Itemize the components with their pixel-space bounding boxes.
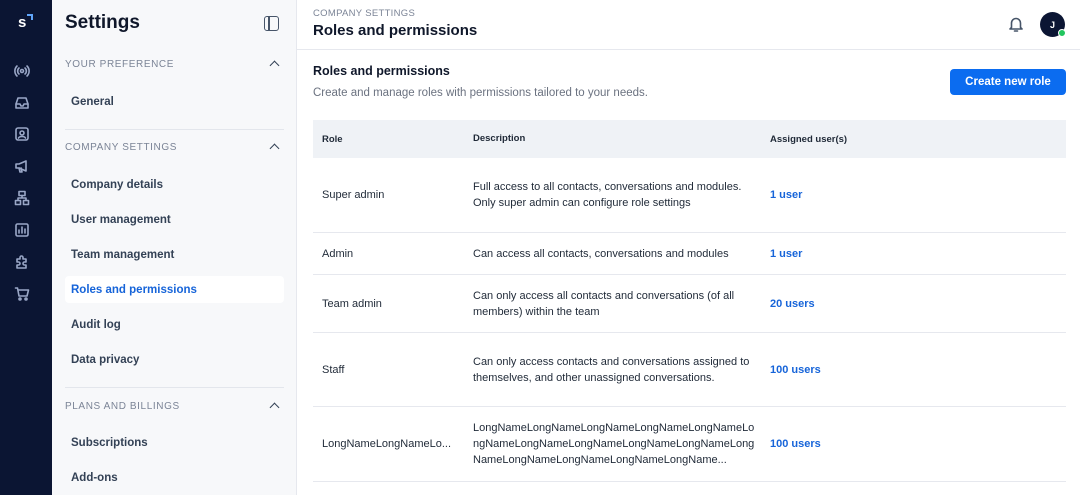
sidebar-item-audit-log[interactable]: Audit log bbox=[65, 311, 284, 338]
inbox-icon[interactable] bbox=[14, 95, 30, 111]
page-header: COMPANY SETTINGS Roles and permissions J bbox=[297, 0, 1080, 50]
role-name: Team admin bbox=[322, 297, 382, 310]
assigned-users-link[interactable]: 1 user bbox=[770, 248, 802, 260]
chevron-up-icon[interactable] bbox=[269, 143, 280, 154]
sidebar-item-roles-and-permissions[interactable]: Roles and permissions bbox=[65, 276, 284, 303]
contacts-icon[interactable] bbox=[14, 126, 30, 142]
avatar[interactable]: J bbox=[1040, 12, 1066, 37]
breadcrumb[interactable]: COMPANY SETTINGS bbox=[313, 8, 415, 19]
analytics-icon[interactable] bbox=[14, 222, 30, 238]
role-description: Can only access contacts and conversatio… bbox=[473, 355, 750, 384]
roles-table: Role Description Assigned user(s) Super … bbox=[313, 120, 1066, 482]
role-name: LongNameLongNameLo... bbox=[322, 438, 452, 450]
role-name: Super admin bbox=[322, 189, 385, 201]
sidebar-item-company-details[interactable]: Company details bbox=[65, 171, 284, 198]
bell-icon[interactable] bbox=[1007, 15, 1025, 33]
table-row[interactable]: Admin Can access all contacts, conversat… bbox=[313, 233, 1066, 275]
role-description: Full access to all contacts, conversatio… bbox=[473, 181, 742, 209]
role-name: Staff bbox=[322, 363, 345, 376]
assigned-users-link[interactable]: 100 users bbox=[770, 364, 821, 376]
role-description: LongNameLongNameLongNameLongNameLongName… bbox=[473, 422, 755, 466]
chevron-up-icon[interactable] bbox=[269, 402, 280, 413]
assigned-users-link[interactable]: 1 user bbox=[770, 189, 802, 201]
section-description: Create and manage roles with permissions… bbox=[313, 87, 648, 99]
sidebar-item-general[interactable]: General bbox=[65, 88, 284, 115]
logo-accent-icon bbox=[27, 14, 33, 20]
broadcast-icon[interactable] bbox=[14, 63, 30, 79]
column-header-description: Description bbox=[473, 133, 526, 144]
workflow-icon[interactable] bbox=[14, 190, 30, 206]
app-logo[interactable]: s bbox=[18, 14, 36, 32]
integrations-icon[interactable] bbox=[14, 254, 30, 270]
sidebar-item-team-management[interactable]: Team management bbox=[65, 241, 284, 268]
section-company-settings: COMPANY SETTINGS bbox=[65, 142, 178, 153]
column-header-role: Role bbox=[322, 133, 343, 145]
role-name: Admin bbox=[322, 247, 354, 260]
collapse-sidebar-icon[interactable] bbox=[264, 16, 279, 31]
page-title: Roles and permissions bbox=[313, 22, 478, 39]
sidebar-item-add-ons[interactable]: Add-ons bbox=[65, 464, 284, 491]
section-your-preference: YOUR PREFERENCE bbox=[65, 59, 175, 70]
create-new-role-button[interactable]: Create new role bbox=[950, 69, 1066, 95]
megaphone-icon[interactable] bbox=[14, 158, 30, 174]
cart-icon[interactable] bbox=[14, 286, 30, 302]
role-description: Can only access all contacts and convers… bbox=[473, 289, 735, 318]
assigned-users-link[interactable]: 100 users bbox=[770, 438, 821, 450]
table-row[interactable]: Staff Can only access contacts and conve… bbox=[313, 333, 1066, 407]
settings-sidebar: Settings YOUR PREFERENCE General COMPANY… bbox=[52, 0, 297, 495]
assigned-users-link[interactable]: 20 users bbox=[770, 298, 815, 310]
sidebar-item-data-privacy[interactable]: Data privacy bbox=[65, 346, 284, 373]
column-header-assigned-users: Assigned user(s) bbox=[770, 133, 848, 145]
chevron-up-icon[interactable] bbox=[269, 60, 280, 71]
section-title: Roles and permissions bbox=[313, 64, 450, 78]
nav-rail: s bbox=[0, 0, 52, 495]
section-plans-and-billings: PLANS AND BILLINGS bbox=[65, 401, 180, 412]
sidebar-title: Settings bbox=[65, 12, 140, 33]
table-row[interactable]: LongNameLongNameLo... LongNameLongNameLo… bbox=[313, 407, 1066, 482]
table-row[interactable]: Super admin Full access to all contacts,… bbox=[313, 158, 1066, 233]
sidebar-divider bbox=[65, 387, 284, 388]
sidebar-item-user-management[interactable]: User management bbox=[65, 206, 284, 233]
role-description: Can access all contacts, conversations a… bbox=[473, 247, 729, 260]
table-header: Role Description Assigned user(s) bbox=[313, 120, 1066, 158]
sidebar-item-subscriptions[interactable]: Subscriptions bbox=[65, 429, 284, 456]
online-status-icon bbox=[1058, 29, 1066, 37]
sidebar-divider bbox=[65, 129, 284, 130]
table-row[interactable]: Team admin Can only access all contacts … bbox=[313, 275, 1066, 333]
